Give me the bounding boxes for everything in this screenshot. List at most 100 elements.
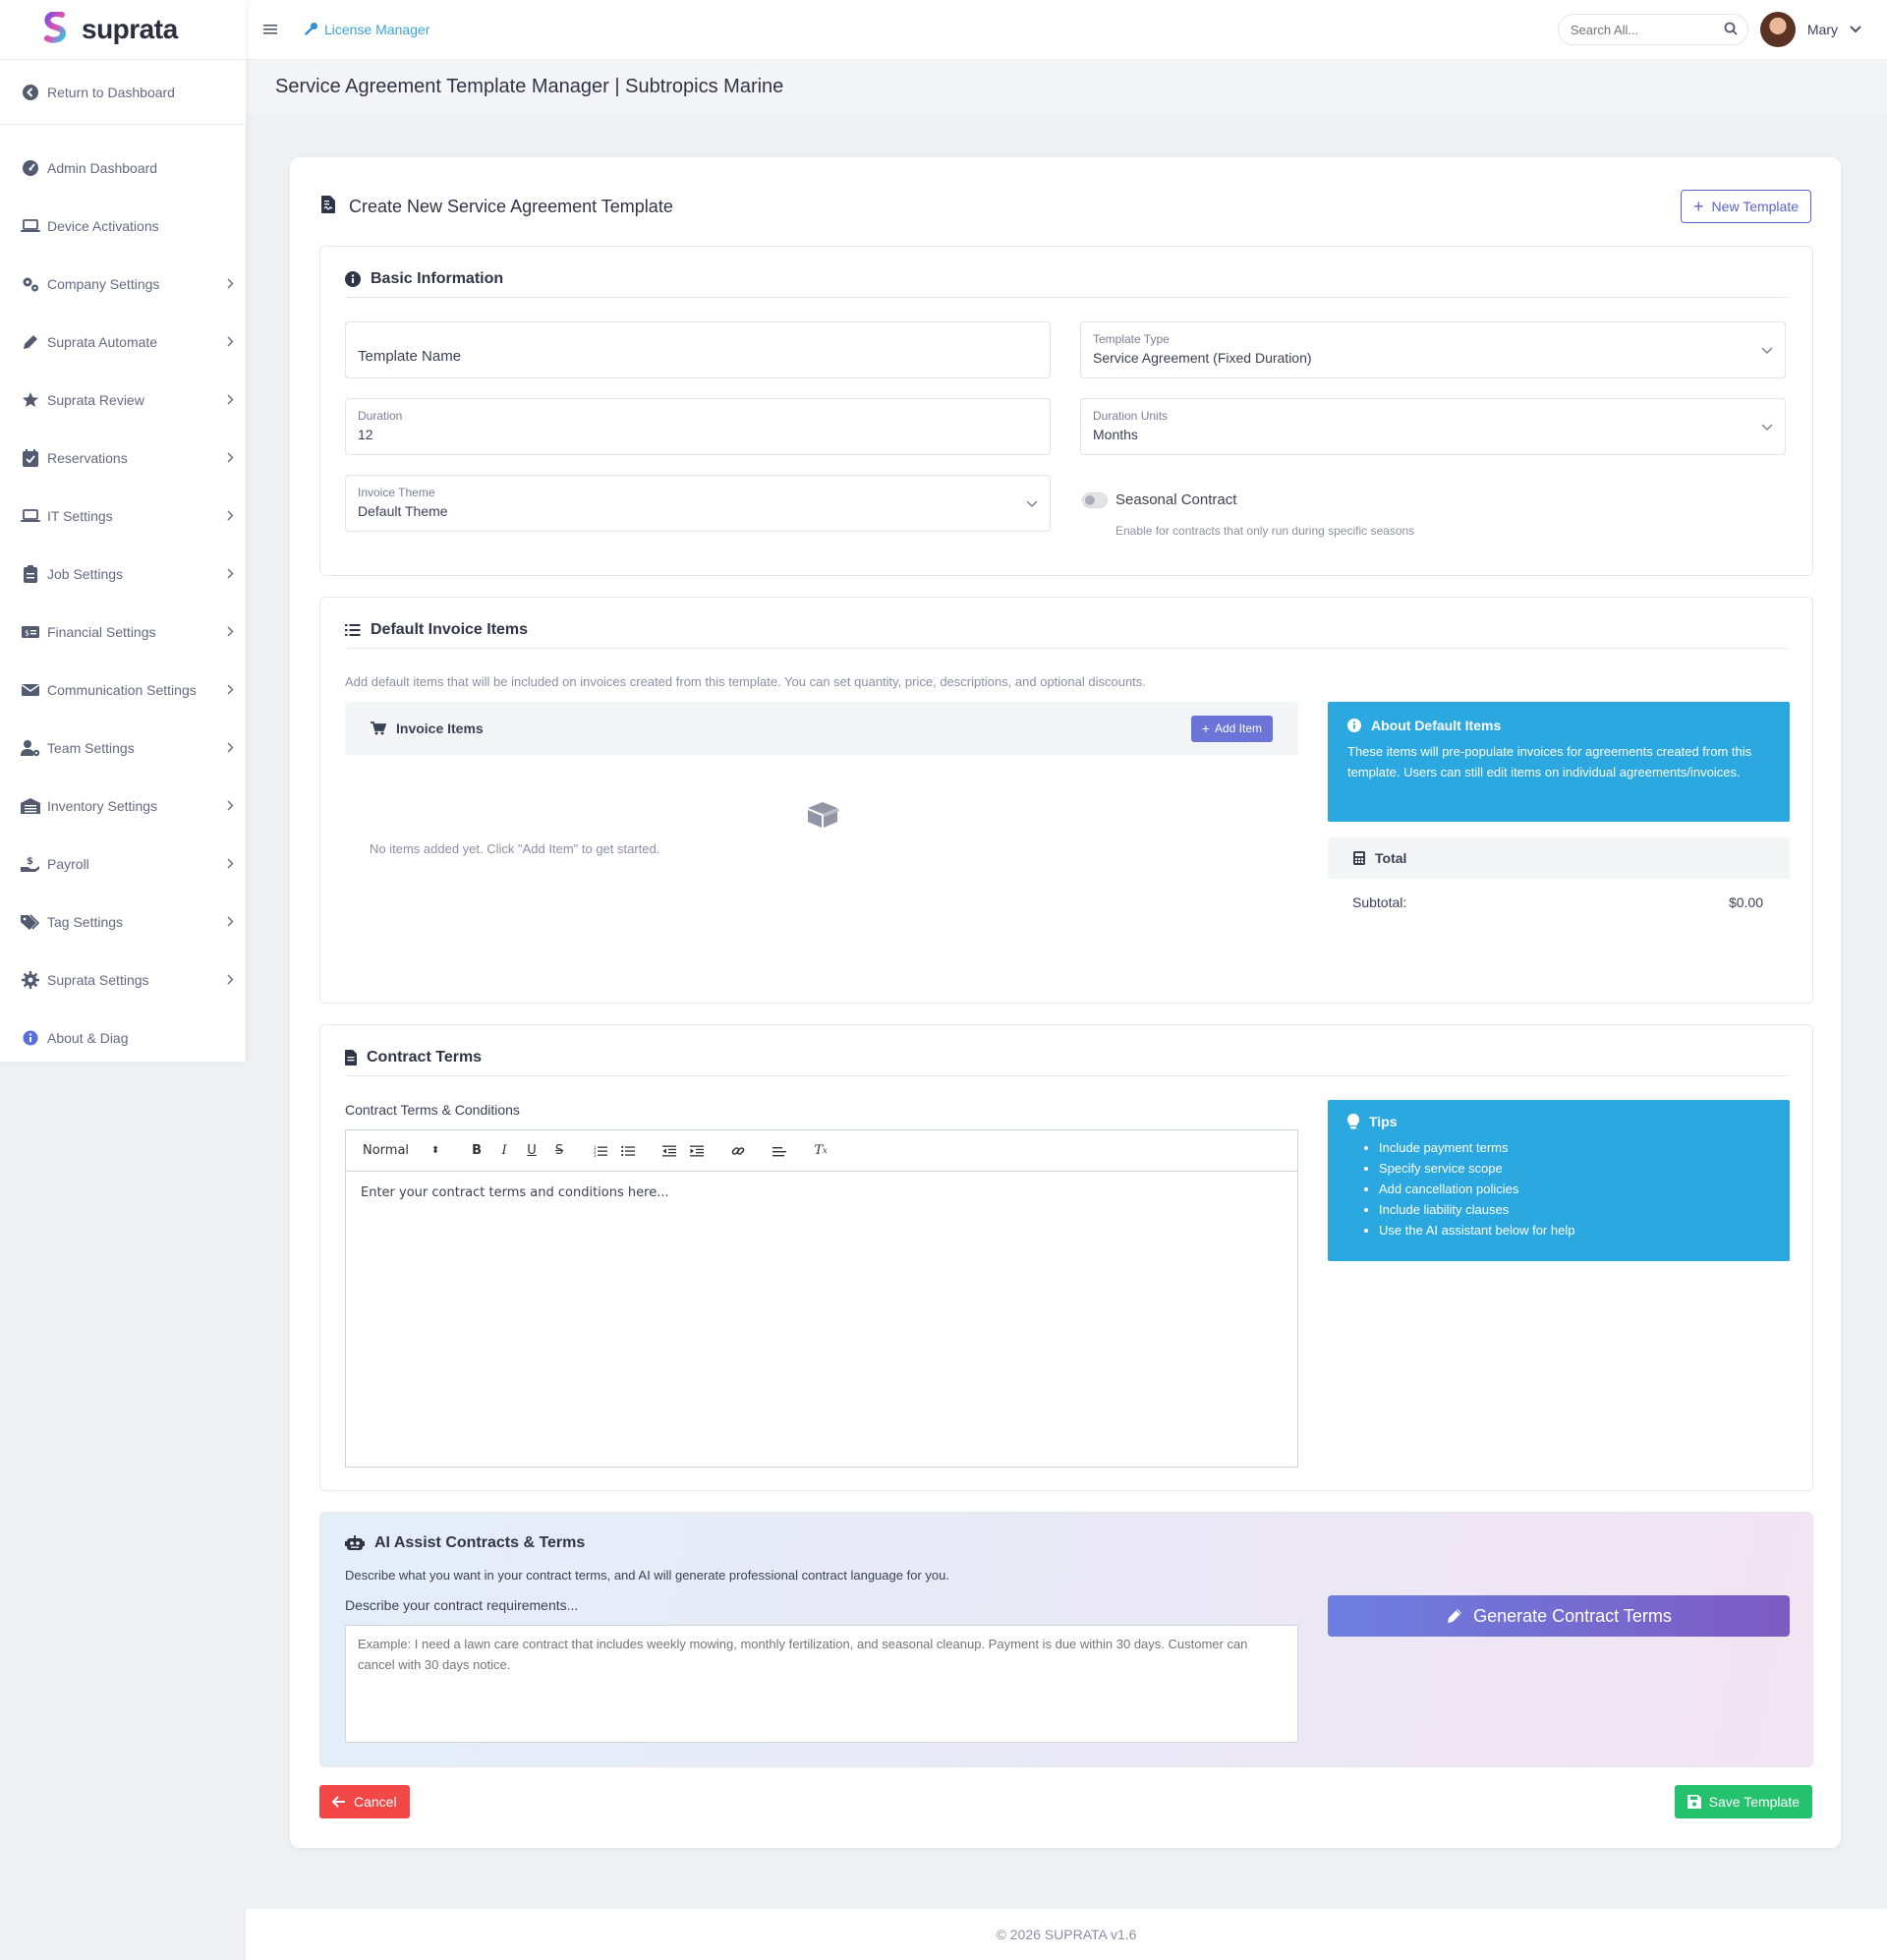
plus-icon: + xyxy=(1201,721,1210,736)
outdent-icon[interactable] xyxy=(662,1145,677,1157)
ai-requirements-label: Describe your contract requirements... xyxy=(345,1597,579,1613)
user-name[interactable]: Mary xyxy=(1807,22,1838,37)
chevron-right-icon xyxy=(227,392,234,408)
sidebar-item-label: Device Activations xyxy=(47,217,159,234)
tips-title: Tips xyxy=(1347,1114,1770,1129)
template-type-select[interactable]: Template Type Service Agreement (Fixed D… xyxy=(1080,321,1786,378)
duration-units-value: Months xyxy=(1093,427,1138,442)
chevron-down-icon[interactable] xyxy=(1850,21,1861,38)
sidebar-item-it-settings[interactable]: IT Settings xyxy=(0,487,246,545)
tip-item: Specify service scope xyxy=(1379,1158,1770,1179)
sidebar-item-about-diag[interactable]: About & Diag xyxy=(0,1009,246,1066)
clear-format-icon[interactable]: Tx xyxy=(814,1143,828,1158)
sidebar-item-inventory-settings[interactable]: Inventory Settings xyxy=(0,777,246,835)
bullet-list-icon[interactable] xyxy=(621,1145,636,1157)
invoice-theme-select[interactable]: Invoice Theme Default Theme xyxy=(345,475,1051,532)
sidebar-item-communication-settings[interactable]: Communication Settings xyxy=(0,661,246,719)
sidebar-item-label: Tag Settings xyxy=(47,913,124,930)
tips-list: Include payment termsSpecify service sco… xyxy=(1379,1137,1770,1240)
cancel-label: Cancel xyxy=(354,1794,397,1810)
format-select-value: Normal xyxy=(363,1143,410,1158)
italic-icon[interactable]: I xyxy=(497,1143,511,1158)
sidebar-item-suprata-review[interactable]: Suprata Review xyxy=(0,371,246,429)
duration-units-label: Duration Units xyxy=(1093,409,1169,423)
sidebar-item-reservations[interactable]: Reservations xyxy=(0,429,246,487)
sidebar-item-job-settings[interactable]: Job Settings xyxy=(0,545,246,603)
contract-terms-section: Contract Terms Contract Terms & Conditio… xyxy=(319,1024,1813,1491)
invoice-theme-label: Invoice Theme xyxy=(358,486,435,499)
brand-logo[interactable]: suprata xyxy=(0,0,246,60)
seasonal-contract-toggle[interactable] xyxy=(1082,492,1108,508)
sidebar-item-suprata-automate[interactable]: Suprata Automate xyxy=(0,313,246,371)
user-gear-icon xyxy=(20,737,41,759)
sidebar-item-device-activations[interactable]: Device Activations xyxy=(0,197,246,255)
search-icon[interactable] xyxy=(1724,22,1738,38)
indent-icon[interactable] xyxy=(690,1145,705,1157)
hand-dollar-icon: $ xyxy=(20,853,41,875)
link-icon[interactable] xyxy=(731,1144,745,1158)
duration-units-select[interactable]: Duration Units Months xyxy=(1080,398,1786,455)
strikethrough-icon[interactable]: S xyxy=(552,1143,566,1158)
global-search[interactable] xyxy=(1557,14,1748,45)
sidebar-item-label: Team Settings xyxy=(47,739,135,756)
underline-icon[interactable]: U xyxy=(525,1143,539,1158)
format-select-arrows-icon[interactable]: ⬍ xyxy=(429,1145,442,1156)
sidebar-item-label: Admin Dashboard xyxy=(47,159,158,176)
sidebar-item-label: Suprata Automate xyxy=(47,333,158,350)
duration-field[interactable]: Duration 12 xyxy=(345,398,1051,455)
floppy-disk-icon xyxy=(1687,1795,1701,1809)
return-to-dashboard-link[interactable]: Return to Dashboard xyxy=(0,60,246,125)
template-name-field[interactable]: Template Name xyxy=(345,321,1051,378)
new-template-label: New Template xyxy=(1711,199,1799,214)
sidebar-item-payroll[interactable]: $ Payroll xyxy=(0,835,246,893)
sidebar-item-company-settings[interactable]: Company Settings xyxy=(0,255,246,313)
page-title: Service Agreement Template Manager | Sub… xyxy=(246,60,1887,113)
bold-icon[interactable]: B xyxy=(470,1143,484,1158)
sidebar-item-team-settings[interactable]: Team Settings xyxy=(0,719,246,777)
generate-label: Generate Contract Terms xyxy=(1473,1605,1672,1626)
chevron-right-icon xyxy=(227,682,234,698)
total-label: Total xyxy=(1375,850,1407,866)
align-icon[interactable] xyxy=(772,1145,787,1157)
save-label: Save Template xyxy=(1708,1794,1800,1810)
seasonal-contract-label[interactable]: Seasonal Contract xyxy=(1115,491,1236,508)
ordered-list-icon[interactable]: 123 xyxy=(594,1145,608,1157)
subtotal-label: Subtotal: xyxy=(1352,894,1407,910)
breadcrumb-license-manager[interactable]: License Manager xyxy=(305,22,429,38)
cancel-button[interactable]: Cancel xyxy=(319,1785,410,1818)
box-open-icon xyxy=(806,800,839,835)
arrow-left-icon xyxy=(332,1796,346,1808)
info-circle-icon xyxy=(1347,719,1361,732)
sidebar-item-label: Job Settings xyxy=(47,565,124,582)
section-heading: Default Invoice Items xyxy=(345,619,1788,649)
sidebar-nav: Admin Dashboard Device Activations Company… xyxy=(0,125,246,1066)
format-select[interactable]: Normal xyxy=(363,1143,409,1158)
sidebar-item-suprata-settings[interactable]: Suprata Settings xyxy=(0,951,246,1009)
tags-icon xyxy=(20,911,41,933)
generate-contract-terms-button[interactable]: Generate Contract Terms xyxy=(1328,1595,1790,1637)
about-default-items-alert: About Default Items These items will pre… xyxy=(1328,702,1790,822)
list-icon xyxy=(345,623,361,637)
invoice-items-header: Invoice Items + Add Item xyxy=(345,702,1298,755)
alert-title: About Default Items xyxy=(1347,718,1770,733)
chevron-right-icon xyxy=(227,624,234,640)
sidebar-item-tag-settings[interactable]: Tag Settings xyxy=(0,893,246,951)
save-template-button[interactable]: Save Template xyxy=(1674,1785,1812,1818)
plus-icon: + xyxy=(1693,196,1704,216)
lightbulb-icon xyxy=(1347,1114,1359,1129)
duration-label: Duration xyxy=(358,409,403,423)
user-avatar[interactable] xyxy=(1759,12,1796,47)
sidebar-item-admin-dashboard[interactable]: Admin Dashboard xyxy=(0,139,246,197)
add-item-button[interactable]: + Add Item xyxy=(1190,715,1273,742)
sidebar-item-label: Company Settings xyxy=(47,275,160,292)
ai-requirements-input[interactable] xyxy=(345,1625,1298,1743)
sidebar-item-financial-settings[interactable]: $ Financial Settings xyxy=(0,603,246,661)
new-template-button[interactable]: + New Template xyxy=(1681,190,1811,223)
ai-assist-heading: AI Assist Contracts & Terms xyxy=(345,1534,585,1552)
search-input[interactable] xyxy=(1570,22,1724,37)
template-type-label: Template Type xyxy=(1093,332,1170,346)
default-invoice-items-section: Default Invoice Items Add default items … xyxy=(319,597,1813,1004)
editor-content[interactable]: Enter your contract terms and conditions… xyxy=(346,1172,1297,1214)
menu-toggle-icon[interactable] xyxy=(259,19,281,40)
invoice-items-empty-text: No items added yet. Click "Add Item" to … xyxy=(370,841,660,856)
